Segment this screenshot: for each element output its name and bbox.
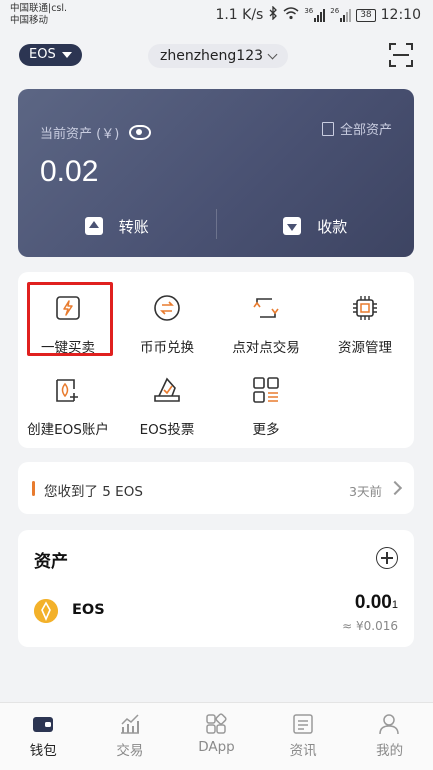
all-assets-link[interactable]: 全部资产 — [321, 119, 392, 138]
status-bar: 中国联通|csl. 中国移动 1.1 K/s 36 26 38 12:10 — [0, 0, 433, 34]
feature-create-account[interactable]: 创建EOS账户 — [20, 360, 116, 438]
wallet-actions: 转账 收款 — [18, 209, 414, 243]
feature-label: 点对点交易 — [232, 340, 300, 356]
tab-news[interactable]: 资讯 — [260, 703, 347, 770]
feature-coin-exchange[interactable]: 币币兑换 — [119, 278, 215, 356]
balance-main: 0.00 — [354, 592, 392, 613]
signal-1-icon — [314, 8, 326, 22]
chart-icon — [120, 714, 139, 734]
network-type-2: 26 — [330, 7, 340, 15]
document-icon — [321, 121, 334, 136]
notice-time: 3天前 — [349, 484, 382, 499]
bluetooth-icon — [268, 5, 278, 24]
transfer-button[interactable]: 转账 — [18, 209, 216, 243]
tab-label: 我的 — [376, 743, 404, 759]
carrier-1: 中国联通|csl. — [10, 3, 68, 14]
create-account-icon — [56, 379, 78, 402]
asset-fiat-value: ≈ ¥0.016 — [342, 619, 398, 633]
eye-icon[interactable] — [129, 125, 152, 140]
top-bar: EOS zhenzheng123 — [0, 34, 433, 78]
more-grid-icon — [253, 377, 279, 403]
account-name: zhenzheng123 — [160, 48, 264, 64]
receive-label: 收款 — [317, 217, 348, 236]
eos-coin-icon — [34, 599, 58, 623]
upload-icon — [84, 217, 103, 235]
feature-label: 更多 — [252, 422, 280, 438]
all-assets-text: 全部资产 — [339, 123, 392, 138]
asset-balance: 0.001 — [355, 592, 398, 614]
wallet-icon — [33, 717, 53, 732]
exchange-icon — [154, 295, 180, 321]
asset-amount: 0.02 — [40, 155, 99, 188]
bottom-tab-bar: 钱包 交易 DApp 资讯 我的 — [0, 702, 433, 770]
download-icon — [283, 217, 302, 235]
network-speed: 1.1 K/s — [215, 7, 264, 23]
feature-label: EOS投票 — [139, 422, 195, 438]
feature-eos-vote[interactable]: EOS投票 — [119, 360, 215, 438]
feature-label: 币币兑换 — [140, 340, 194, 356]
profile-icon — [379, 714, 400, 735]
wallet-card: 当前资产 (￥) 全部资产 0.02 转账 收款 — [18, 89, 414, 257]
tab-label: 交易 — [116, 743, 144, 759]
signal-2-icon — [340, 8, 352, 22]
carrier-2: 中国移动 — [10, 15, 49, 26]
notice-accent-bar — [32, 481, 35, 496]
tab-label: 资讯 — [289, 743, 317, 759]
notice-text: 您收到了 5 EOS — [44, 484, 143, 500]
network-type-1: 36 — [304, 7, 314, 15]
assets-title: 资产 — [34, 552, 68, 572]
current-assets-label: 当前资产 (￥) — [40, 123, 152, 142]
news-icon — [293, 714, 313, 734]
p2p-icon — [253, 298, 279, 318]
status-right: 1.1 K/s 36 26 38 12:10 — [215, 5, 421, 24]
chevron-down-icon — [267, 49, 278, 59]
receive-button[interactable]: 收款 — [217, 209, 415, 243]
tab-dapp[interactable]: DApp — [173, 703, 260, 770]
account-selector[interactable]: zhenzheng123 — [148, 44, 289, 68]
chevron-right-icon — [387, 480, 403, 496]
balance-suffix: 1 — [391, 599, 398, 611]
tab-label: DApp — [198, 739, 235, 755]
coin-selector[interactable]: EOS — [19, 44, 82, 66]
feature-more[interactable]: 更多 — [218, 360, 314, 438]
coin-selector-label: EOS — [29, 47, 56, 62]
add-asset-icon[interactable] — [376, 547, 398, 569]
tab-profile[interactable]: 我的 — [346, 703, 433, 770]
feature-label: 创建EOS账户 — [27, 422, 109, 438]
carrier-info: 中国联通|csl. 中国移动 — [10, 3, 67, 27]
transfer-label: 转账 — [118, 217, 149, 236]
tab-trade[interactable]: 交易 — [87, 703, 174, 770]
battery-icon: 38 — [356, 8, 376, 22]
assets-card: 资产 EOS 0.001 ≈ ¥0.016 — [18, 530, 414, 647]
chip-icon — [353, 296, 377, 320]
feature-p2p-trade[interactable]: 点对点交易 — [218, 278, 314, 356]
asset-name: EOS — [72, 602, 105, 618]
highlight-box — [27, 282, 113, 356]
wifi-icon — [283, 6, 299, 24]
clock: 12:10 — [380, 7, 421, 23]
dapp-icon — [206, 713, 227, 734]
caret-down-icon — [61, 52, 72, 58]
scan-icon[interactable] — [389, 43, 413, 67]
tab-label: 钱包 — [29, 743, 57, 759]
current-assets-text: 当前资产 (￥) — [40, 127, 120, 142]
feature-label: 资源管理 — [338, 340, 392, 356]
vote-icon — [154, 377, 180, 402]
feature-resource-management[interactable]: 资源管理 — [317, 278, 413, 356]
tab-wallet[interactable]: 钱包 — [0, 703, 87, 770]
notification-row[interactable]: 您收到了 5 EOS 3天前 — [18, 462, 414, 514]
